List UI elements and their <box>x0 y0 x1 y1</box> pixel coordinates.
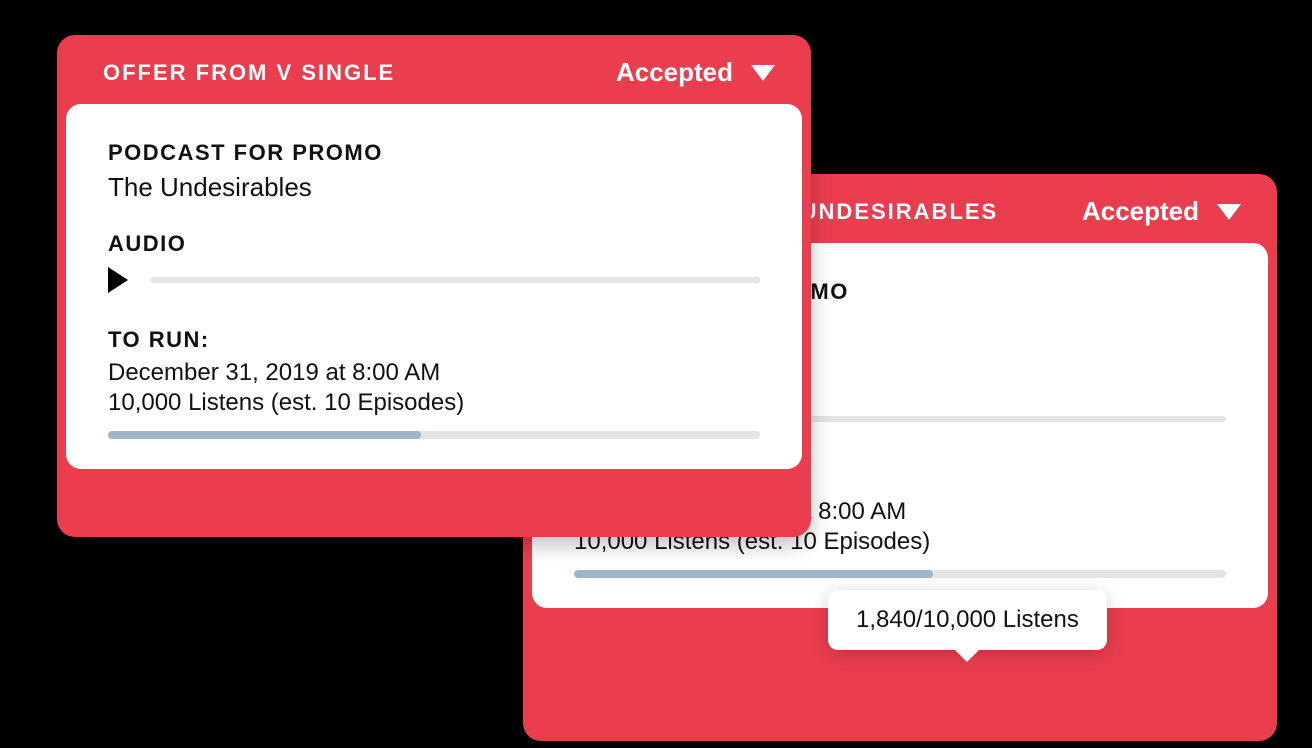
play-icon[interactable] <box>108 267 128 293</box>
progress-bar <box>574 570 1226 578</box>
podcast-name: The Undesirables <box>108 172 760 203</box>
tooltip-text: 1,840/10,000 Listens <box>856 606 1079 633</box>
run-listens: 10,000 Listens (est. 10 Episodes) <box>108 389 760 417</box>
run-date: December 31, 2019 at 8:00 AM <box>108 359 760 387</box>
progress-fill <box>574 570 933 578</box>
card-header: OFFER FROM V SINGLE Accepted <box>57 35 811 104</box>
progress-fill <box>108 431 421 439</box>
audio-label: AUDIO <box>108 231 760 257</box>
card-body: PODCAST FOR PROMO The Undesirables AUDIO… <box>66 104 802 469</box>
progress-bar <box>108 431 760 439</box>
status-text: Accepted <box>616 57 733 88</box>
to-run-label: TO RUN: <box>108 327 760 353</box>
progress-tooltip: 1,840/10,000 Listens <box>828 590 1107 650</box>
offer-from-title: OFFER FROM V SINGLE <box>103 60 395 86</box>
offer-card-front: OFFER FROM V SINGLE Accepted PODCAST FOR… <box>57 35 811 537</box>
status-dropdown[interactable]: Accepted <box>616 57 775 88</box>
chevron-down-icon <box>751 65 775 81</box>
audio-track[interactable] <box>150 277 760 283</box>
audio-player <box>108 267 760 293</box>
chevron-down-icon <box>1217 204 1241 220</box>
promo-label: PODCAST FOR PROMO <box>108 140 760 166</box>
status-text: Accepted <box>1082 196 1199 227</box>
status-dropdown[interactable]: Accepted <box>1082 196 1241 227</box>
